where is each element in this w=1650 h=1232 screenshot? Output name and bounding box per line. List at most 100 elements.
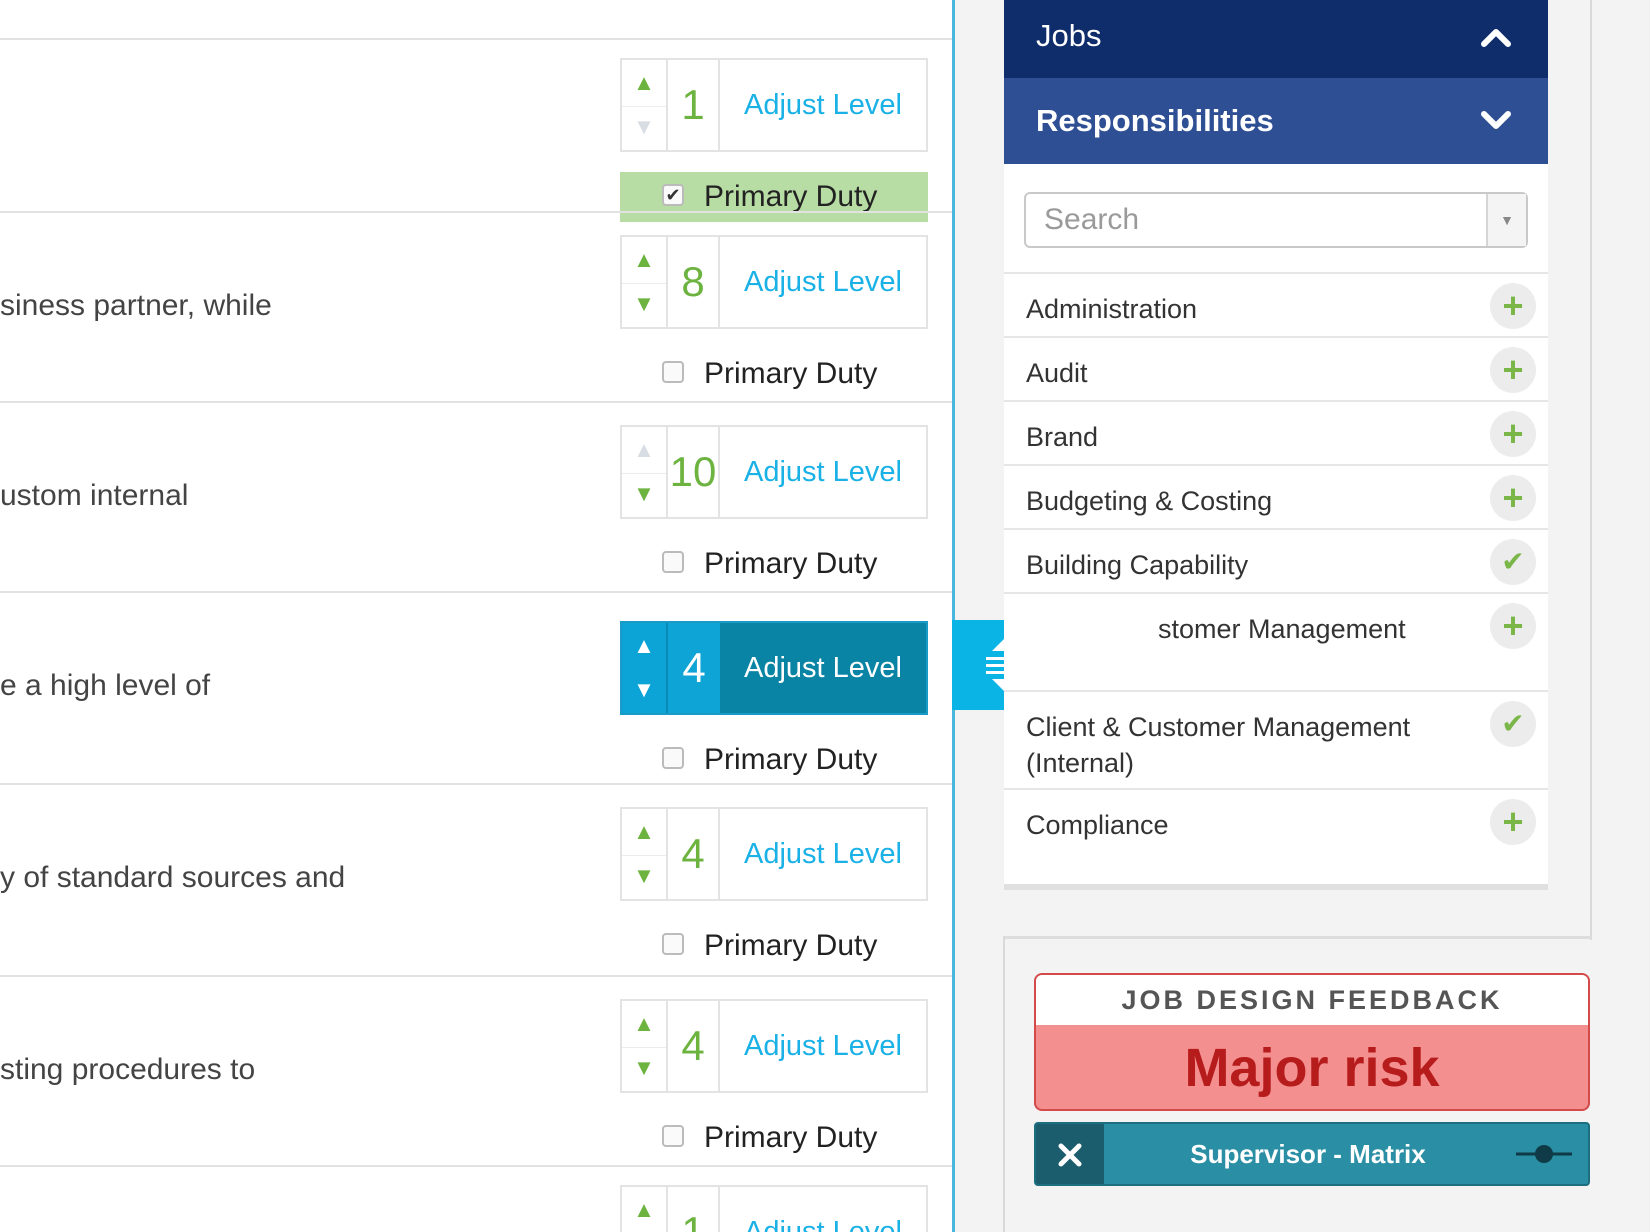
responsibility-category-item[interactable]: Building Capability ✔ [1004,528,1548,592]
level-control: ▲ ▼ 10 Adjust Level [620,425,928,519]
level-number: 8 [668,237,720,327]
feedback-risk-value: Major risk [1184,1038,1440,1098]
matrix-label: Supervisor - Matrix [1190,1139,1426,1169]
level-up-icon[interactable]: ▲ [622,60,666,107]
level-stepper: ▲▼ [622,60,668,150]
category-name: Budgeting & Costing [1026,486,1273,516]
primary-duty-toggle[interactable]: Primary Duty [620,539,928,589]
responsibility-category-item[interactable]: Administration + [1004,272,1548,336]
category-name: Building Capability [1026,550,1249,580]
level-number: 1 [668,1187,720,1232]
responsibility-row: e a high level of ▲ ▼ 4 Adjust Level Primary … [0,591,952,783]
primary-duty-toggle[interactable]: Primary Duty [620,1113,928,1163]
check-icon[interactable]: ✔ [1490,539,1536,585]
list-scroll-edge [1004,884,1548,890]
adjust-level-button[interactable]: Adjust Level [720,623,926,713]
level-up-icon[interactable]: ▲ [622,1187,666,1232]
primary-duty-checkbox[interactable] [662,1125,684,1147]
jobs-header[interactable]: Jobs [1004,0,1548,78]
plus-icon[interactable]: + [1490,603,1536,649]
responsibilities-title: Responsibilities [1036,103,1274,138]
responsibility-text: e a high level of [0,669,211,702]
plus-icon[interactable]: + [1490,799,1536,845]
responsibility-category-item[interactable]: Audit + [1004,336,1548,400]
responsibility-text: y of standard sources and [0,861,346,894]
level-down-icon[interactable]: ▼ [622,667,666,713]
level-down-icon[interactable]: ▼ [622,853,666,899]
level-up-icon[interactable]: ▲ [622,1001,666,1048]
adjust-level-button[interactable]: Adjust Level [720,1001,926,1091]
remove-matrix-button[interactable] [1036,1124,1104,1184]
level-stepper: ▲▼ [622,427,668,517]
responsibility-category-item[interactable]: Compliance + [1004,788,1548,858]
panel-divider-line [1004,936,1592,939]
responsibility-row: sting procedures to ▲ ▼ 4 Adjust Level Primar… [0,975,952,1165]
adjust-level-button[interactable]: Adjust Level [720,809,926,899]
responsibility-category-item[interactable]: stomer Management + [1004,592,1548,690]
responsibility-category-item[interactable]: Budgeting & Costing + [1004,464,1548,528]
level-stepper: ▲▼ [622,1187,668,1232]
primary-duty-label: Primary Duty [704,180,878,213]
primary-duty-label: Primary Duty [704,929,878,962]
slider-icon [1516,1145,1572,1163]
primary-duty-checkbox[interactable] [662,747,684,769]
level-up-icon[interactable]: ▲ [622,809,666,856]
feedback-title: JOB DESIGN FEEDBACK [1036,975,1588,1025]
level-down-icon[interactable]: ▼ [622,1045,666,1091]
level-control: ▲ ▼ 4 Adjust Level [620,999,928,1093]
adjust-level-button[interactable]: Adjust Level [720,1187,926,1232]
primary-duty-checkbox[interactable]: ✔ [662,184,684,206]
primary-duty-checkbox[interactable] [662,361,684,383]
primary-duty-label: Primary Duty [704,743,878,776]
level-number: 10 [668,427,720,517]
primary-duty-label: Primary Duty [704,1121,878,1154]
level-up-icon[interactable]: ▲ [622,623,666,669]
level-control: ▲▼1Adjust Level [620,58,928,152]
level-down-icon[interactable]: ▼ [622,104,666,150]
responsibility-text: sting procedures to [0,1053,256,1086]
primary-duty-toggle[interactable]: Primary Duty [620,735,928,785]
level-number: 1 [668,60,720,150]
responsibility-category-item[interactable]: Brand + [1004,400,1548,464]
responsibility-row: y of standard sources and ▲ ▼ 4 Adjust Level… [0,783,952,975]
level-down-icon[interactable]: ▼ [622,281,666,327]
primary-duty-label: Primary Duty [704,357,878,390]
primary-duty-label: Primary Duty [704,547,878,580]
category-name: Administration [1026,294,1198,324]
search-box: ▼ [1024,192,1528,248]
adjust-level-button[interactable]: Adjust Level [720,60,926,150]
jobs-title: Jobs [1036,18,1102,53]
responsibility-text: siness partner, while [0,289,272,322]
dropdown-caret-icon[interactable]: ▼ [1486,194,1526,246]
level-up-icon[interactable]: ▲ [622,427,666,474]
chevron-down-icon [1480,78,1512,197]
responsibilities-header[interactable]: Responsibilities [1004,78,1548,164]
primary-duty-checkbox[interactable] [662,551,684,573]
check-icon[interactable]: ✔ [1490,701,1536,747]
plus-icon[interactable]: + [1490,283,1536,329]
search-input[interactable] [1026,194,1478,246]
responsibility-row: ▲ ▼ 1 Adjust Level ✔ Primary Duty [0,38,952,222]
level-number: 4 [668,623,720,713]
category-name: Brand [1026,422,1099,452]
level-number: 4 [668,809,720,899]
adjust-level-button[interactable]: Adjust Level [720,427,926,517]
level-up-icon[interactable]: ▲ [622,237,666,284]
level-stepper: ▲▼ [622,623,668,713]
level-control: ▲ ▼ 8 Adjust Level [620,235,928,329]
slider-toggle[interactable] [1514,1124,1574,1184]
responsibility-category-item[interactable]: Client & Customer Management (Internal) ✔ [1004,690,1548,788]
plus-icon[interactable]: + [1490,475,1536,521]
plus-icon[interactable]: + [1490,411,1536,457]
primary-duty-toggle[interactable]: Primary Duty [620,921,928,971]
plus-icon[interactable]: + [1490,347,1536,393]
primary-duty-toggle[interactable]: Primary Duty [620,349,928,399]
responsibility-text: ustom internal [0,479,189,512]
job-design-feedback: JOB DESIGN FEEDBACK Major risk [1034,973,1590,1111]
level-stepper: ▲▼ [622,1001,668,1091]
responsibilities-panel: Jobs Responsibilities ▼ Administration+A… [1004,0,1548,890]
level-control: ▲ ▼ 4 Adjust Level [620,807,928,901]
primary-duty-checkbox[interactable] [662,933,684,955]
level-down-icon[interactable]: ▼ [622,471,666,517]
adjust-level-button[interactable]: Adjust Level [720,237,926,327]
